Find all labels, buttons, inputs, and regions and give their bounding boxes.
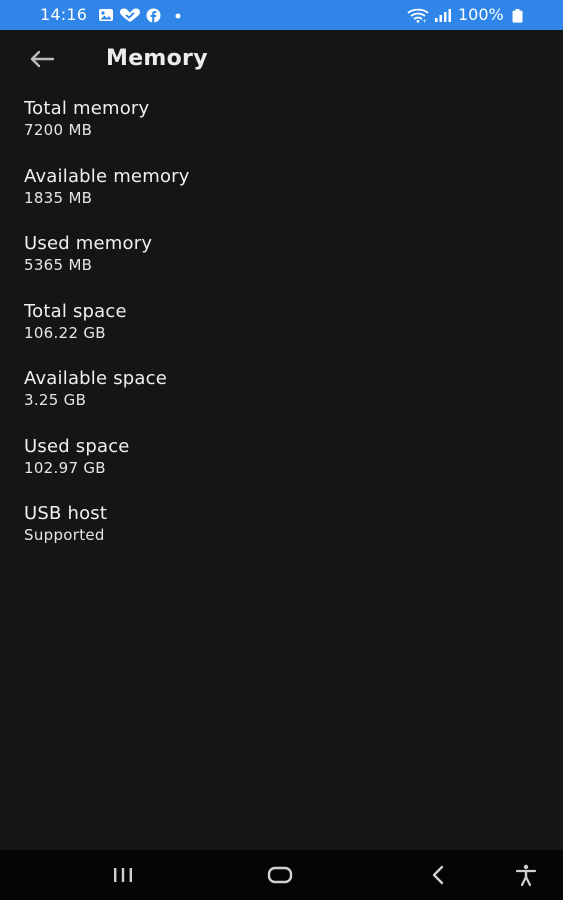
info-label: USB host [24, 503, 108, 524]
info-label: Available space [24, 368, 168, 389]
screen: 14:16 + 100% Memory Total memory 7200 MB… [0, 0, 563, 900]
info-label: Total memory [24, 98, 150, 119]
info-item-available-space: Available space 3.25 GB [0, 360, 563, 428]
info-value: 1835 MB [24, 188, 93, 207]
svg-text:+: + [422, 18, 427, 23]
back-icon [432, 865, 444, 885]
home-icon [267, 866, 293, 884]
info-item-total-memory: Total memory 7200 MB [0, 90, 563, 158]
home-button[interactable] [257, 850, 303, 900]
info-value: Supported [24, 526, 105, 544]
page-title: Memory [106, 46, 208, 71]
info-label: Used memory [24, 233, 153, 254]
info-value: 102.97 GB [24, 458, 106, 477]
heart-check-icon [120, 8, 140, 22]
info-value: 5365 MB [24, 256, 93, 274]
dot-icon [175, 13, 181, 19]
accessibility-icon [515, 864, 537, 886]
info-label: Used space [24, 435, 130, 457]
info-item-used-space: Used space 102.97 GB [0, 428, 563, 496]
status-bar: 14:16 + 100% [0, 0, 563, 30]
status-time: 14:16 [40, 5, 88, 24]
info-label: Total space [24, 300, 127, 322]
nav-back-button[interactable] [418, 850, 458, 900]
wifi-icon: + [407, 8, 429, 23]
signal-icon [435, 9, 451, 22]
recent-apps-icon [114, 868, 132, 882]
arrow-left-icon [30, 50, 55, 68]
image-icon [99, 9, 113, 21]
facebook-icon [146, 8, 161, 23]
accessibility-button[interactable] [506, 850, 546, 900]
battery-icon [512, 9, 523, 23]
info-item-usb-host: USB host Supported [0, 495, 563, 563]
memory-info-list: Total memory 7200 MB Available memory 18… [0, 90, 563, 563]
info-item-available-memory: Available memory 1835 MB [0, 158, 563, 226]
battery-percentage: 100% [458, 5, 504, 24]
info-value: 3.25 GB [24, 391, 87, 409]
app-bar: Memory [0, 30, 563, 90]
info-item-used-memory: Used memory 5365 MB [0, 225, 563, 293]
recent-apps-button[interactable] [100, 850, 146, 900]
info-value: 106.22 GB [24, 323, 106, 342]
info-item-total-space: Total space 106.22 GB [0, 293, 563, 361]
info-value: 7200 MB [24, 121, 93, 139]
back-button[interactable] [20, 44, 64, 74]
info-label: Available memory [24, 165, 190, 187]
navigation-bar [0, 850, 563, 900]
